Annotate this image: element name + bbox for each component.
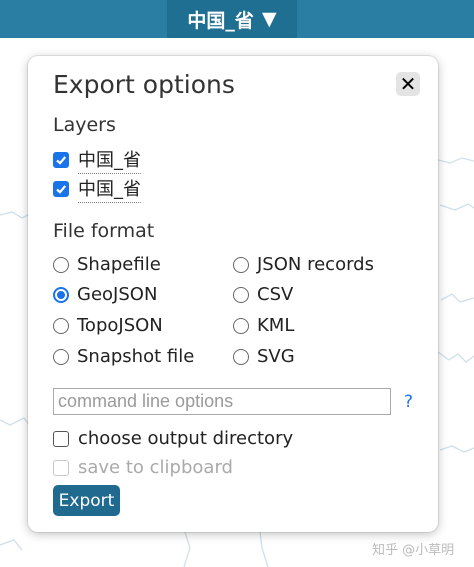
choose-directory-option[interactable]: choose output directory: [53, 428, 293, 449]
top-bar: 中国_省 ▼: [0, 0, 474, 38]
radio-button[interactable]: [233, 317, 249, 334]
layer-name: 中国_省: [78, 175, 141, 203]
layers-heading: Layers: [53, 114, 116, 136]
format-label: TopoJSON: [77, 315, 163, 336]
choose-directory-checkbox[interactable]: [53, 430, 69, 447]
layer-name: 中国_省: [78, 146, 141, 174]
close-button[interactable]: ✕: [396, 72, 420, 96]
radio-button[interactable]: [233, 256, 249, 273]
format-label: CSV: [257, 284, 294, 305]
format-label: GeoJSON: [77, 284, 158, 305]
watermark: 知乎 @小草明: [372, 543, 455, 558]
format-option-csv[interactable]: CSV: [233, 284, 293, 305]
export-dialog: Export options ✕ Layers 中国_省 中国_省 File f…: [28, 56, 438, 532]
format-label: JSON records: [257, 254, 374, 275]
format-option-geojson[interactable]: GeoJSON: [53, 284, 157, 305]
layer-checkbox[interactable]: [53, 152, 69, 168]
format-option-svg[interactable]: SVG: [233, 346, 295, 367]
clipboard-label: save to clipboard: [78, 457, 233, 478]
file-format-heading: File format: [53, 220, 155, 242]
radio-button[interactable]: [53, 286, 69, 303]
format-option-snapshot[interactable]: Snapshot file: [53, 346, 194, 367]
export-button[interactable]: Export: [53, 485, 120, 516]
layer-checkbox[interactable]: [53, 181, 69, 197]
format-label: SVG: [257, 346, 295, 367]
command-line-input[interactable]: [53, 388, 391, 415]
layer-select-menu[interactable]: 中国_省 ▼: [167, 0, 297, 38]
format-option-json-records[interactable]: JSON records: [233, 254, 374, 275]
clipboard-option: save to clipboard: [53, 457, 233, 478]
radio-button[interactable]: [53, 256, 69, 273]
format-label: Snapshot file: [77, 346, 195, 367]
format-option-kml[interactable]: KML: [233, 315, 294, 336]
clipboard-checkbox: [53, 459, 69, 476]
choose-directory-label: choose output directory: [78, 428, 294, 449]
help-link[interactable]: ?: [404, 392, 413, 412]
check-icon: [56, 185, 67, 194]
format-label: Shapefile: [77, 254, 161, 275]
format-option-shapefile[interactable]: Shapefile: [53, 254, 161, 275]
close-icon: ✕: [399, 72, 417, 96]
radio-button[interactable]: [53, 348, 69, 365]
format-option-topojson[interactable]: TopoJSON: [53, 315, 163, 336]
radio-button[interactable]: [233, 286, 249, 303]
check-icon: [56, 156, 67, 165]
chevron-down-icon: ▼: [261, 8, 277, 30]
layer-option[interactable]: 中国_省: [53, 146, 141, 174]
dialog-title: Export options: [53, 70, 235, 99]
layer-select-label: 中国_省: [187, 9, 254, 32]
radio-button[interactable]: [53, 317, 69, 334]
format-label: KML: [257, 315, 295, 336]
layer-option[interactable]: 中国_省: [53, 175, 141, 203]
radio-button[interactable]: [233, 348, 249, 365]
